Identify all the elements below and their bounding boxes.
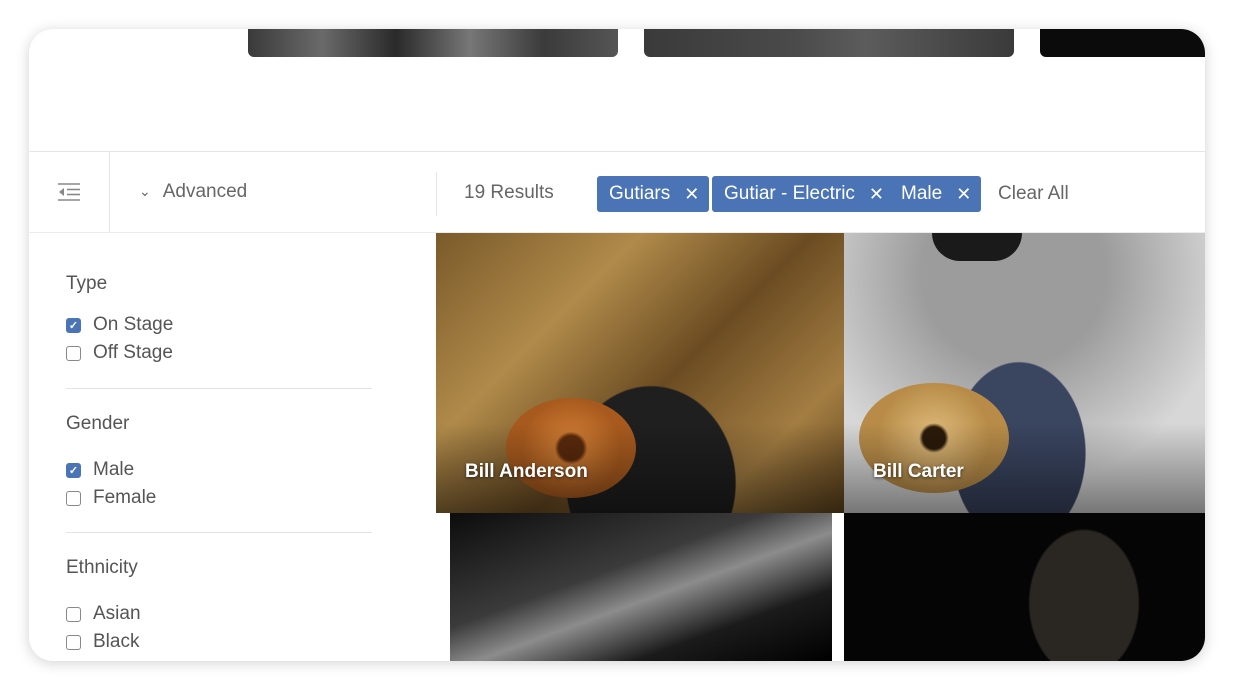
checkbox-unchecked-icon[interactable]: [66, 345, 81, 361]
filter-group-title-gender: Gender: [66, 413, 130, 434]
advanced-label: Advanced: [162, 181, 248, 202]
filter-tag-label: Gutiar - Electric: [724, 183, 855, 204]
result-name: Bill Anderson: [465, 461, 588, 482]
checkbox-unchecked-icon[interactable]: [66, 634, 81, 650]
checkbox-label: Male: [93, 459, 135, 480]
filter-tag-male[interactable]: Male ✕: [889, 176, 982, 212]
filter-group-title-ethnicity: Ethnicity: [66, 557, 138, 578]
result-image-top-3[interactable]: [1040, 29, 1205, 57]
chevron-down-icon: ⌄: [139, 182, 151, 199]
result-name: Bill Carter: [873, 461, 964, 482]
checkbox-male[interactable]: ✓ Male: [66, 459, 134, 481]
filter-tag-label: Male: [901, 183, 943, 204]
result-image-top-2[interactable]: [644, 29, 1014, 57]
remove-filter-icon[interactable]: ✕: [869, 184, 884, 205]
remove-filter-icon[interactable]: ✕: [684, 184, 699, 205]
checkbox-off-stage[interactable]: Off Stage: [66, 342, 173, 364]
checkbox-checked-icon[interactable]: ✓: [66, 462, 81, 478]
results-count: 19 Results: [464, 182, 554, 203]
filter-tag-gutiar-electric[interactable]: Gutiar - Electric ✕: [712, 176, 895, 212]
result-photo: [932, 233, 1022, 261]
filter-divider: [66, 388, 372, 389]
checkbox-label: Black: [93, 631, 140, 652]
advanced-toggle[interactable]: ⌄ Advanced: [139, 181, 247, 203]
checkbox-label: Asian: [93, 603, 141, 624]
collapse-sidebar-button[interactable]: [29, 152, 110, 232]
filter-divider: [66, 532, 372, 533]
checkbox-unchecked-icon[interactable]: [66, 490, 81, 506]
checkbox-label: Off Stage: [93, 342, 173, 363]
checkbox-unchecked-icon[interactable]: [66, 606, 81, 622]
checkbox-label: Female: [93, 487, 157, 508]
checkbox-label: On Stage: [93, 314, 174, 335]
clear-all-link[interactable]: Clear All: [998, 183, 1069, 205]
checkbox-female[interactable]: Female: [66, 487, 156, 509]
result-card[interactable]: [844, 513, 1205, 661]
indent-menu-icon: [58, 183, 80, 201]
toolbar-divider: [436, 172, 437, 216]
filter-tag-gutiars[interactable]: Gutiars ✕: [597, 176, 710, 212]
filter-tag-label: Gutiars: [609, 183, 671, 204]
checkbox-black[interactable]: Black: [66, 631, 139, 653]
filter-group-title-type: Type: [66, 273, 108, 294]
results-card: ⌄ Advanced 19 Results Gutiars ✕ Gutiar -…: [29, 29, 1205, 661]
checkbox-checked-icon[interactable]: ✓: [66, 317, 81, 333]
result-card[interactable]: Bill Anderson: [436, 233, 844, 513]
remove-filter-icon[interactable]: ✕: [956, 184, 971, 205]
checkbox-on-stage[interactable]: ✓ On Stage: [66, 314, 173, 336]
result-card[interactable]: Bill Carter: [844, 233, 1205, 513]
result-card[interactable]: [450, 513, 832, 661]
result-image-top-1[interactable]: [248, 29, 618, 57]
filter-sidebar: Type ✓ On Stage Off Stage Gender ✓ Male …: [29, 233, 436, 661]
checkbox-asian[interactable]: Asian: [66, 603, 141, 625]
filter-toolbar: ⌄ Advanced 19 Results Gutiars ✕ Gutiar -…: [29, 151, 1205, 233]
